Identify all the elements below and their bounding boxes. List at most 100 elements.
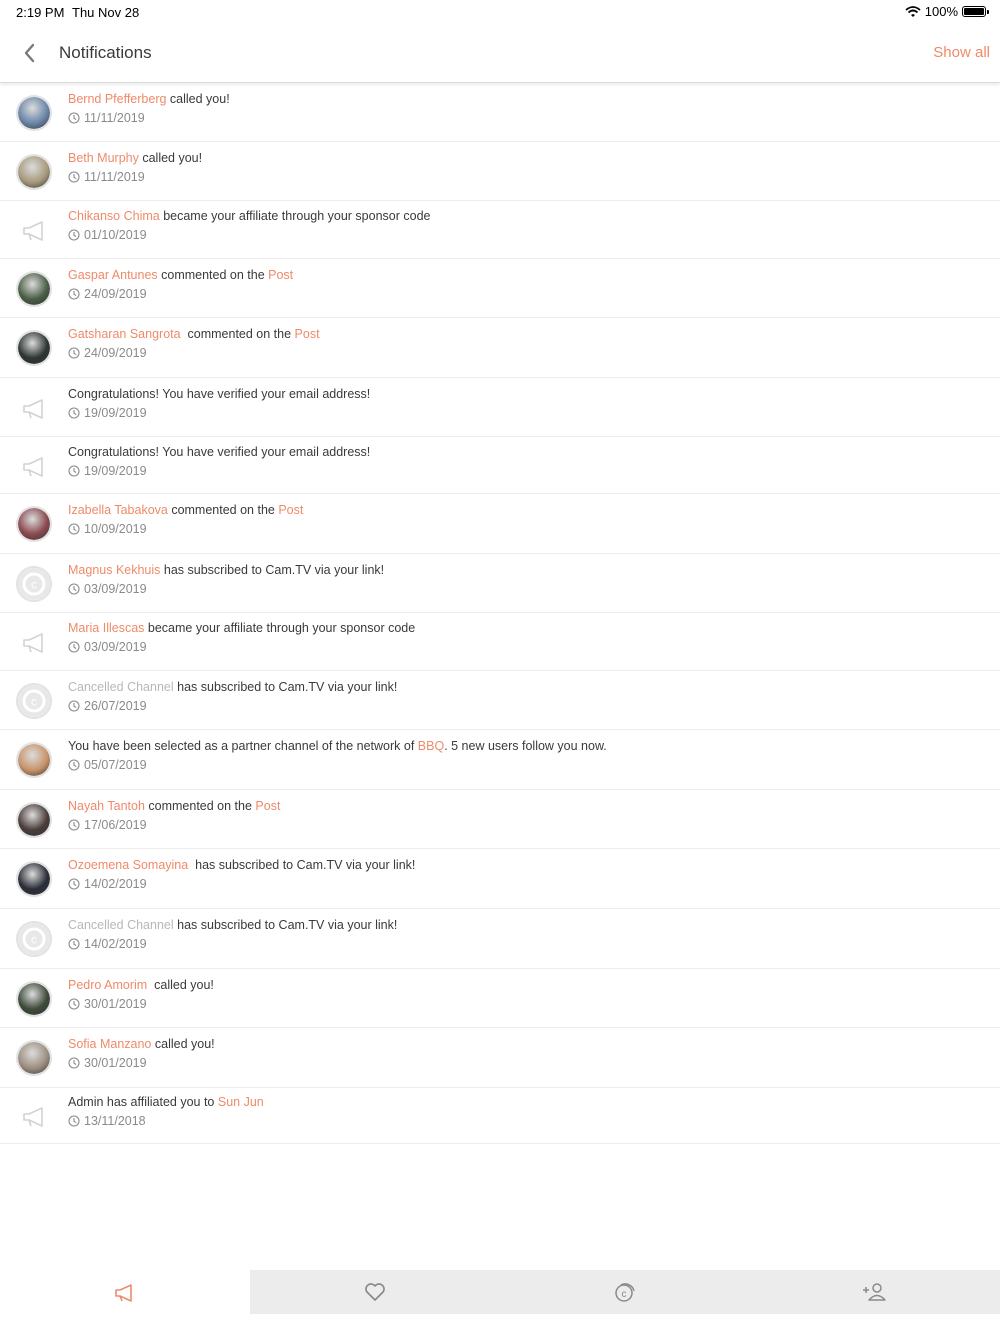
date-text: 17/06/2019 (84, 818, 147, 832)
user-name-link[interactable]: Gaspar Antunes (68, 268, 158, 282)
user-name-link[interactable]: Ozoemena Somayina (68, 858, 188, 872)
notification-row[interactable]: Bernd Pfefferberg called you! 11/11/2019 (0, 84, 1000, 142)
notification-date: 03/09/2019 (68, 640, 147, 654)
notification-message: has subscribed to Cam.TV via your link! (173, 680, 398, 694)
avatar[interactable] (16, 981, 52, 1017)
notification-text: Sofia Manzano called you! (68, 1037, 215, 1051)
notification-row[interactable]: Admin has affiliated you to Sun Jun 13/11… (0, 1088, 1000, 1144)
target-link[interactable]: BBQ (418, 739, 444, 753)
notification-date: 10/09/2019 (68, 522, 147, 536)
notification-date: 24/09/2019 (68, 346, 147, 360)
avatar[interactable] (16, 95, 52, 131)
notification-date: 30/01/2019 (68, 1056, 147, 1070)
avatar[interactable] (16, 506, 52, 542)
user-name-link[interactable]: Chikanso Chima (68, 209, 160, 223)
camtv-logo-icon[interactable]: c (16, 566, 52, 602)
target-link[interactable]: Sun Jun (218, 1095, 264, 1109)
notification-row[interactable]: Izabella Tabakova commented on the Post 1… (0, 494, 1000, 554)
notification-message: Congratulations! You have verified your … (68, 387, 371, 401)
notification-message: commented on the (180, 327, 295, 341)
clock-icon (68, 878, 80, 890)
avatar[interactable] (16, 271, 52, 307)
target-link[interactable]: Post (278, 503, 303, 517)
user-name-link[interactable]: Cancelled Channel (68, 680, 174, 694)
date-text: 30/01/2019 (84, 1056, 147, 1070)
notification-row[interactable]: c Cancelled Channel has subscribed to Cam… (0, 909, 1000, 969)
tab-megaphone[interactable] (0, 1270, 250, 1314)
notification-text: Pedro Amorim called you! (68, 978, 214, 992)
user-name-link[interactable]: Izabella Tabakova (68, 503, 168, 517)
tab-cam-coin[interactable]: c (500, 1270, 750, 1314)
avatar[interactable] (16, 861, 52, 897)
user-name-link[interactable]: Sofia Manzano (68, 1037, 151, 1051)
notification-date: 11/11/2019 (68, 111, 145, 125)
target-link[interactable]: Post (255, 799, 280, 813)
user-name-link[interactable]: Nayah Tantoh (68, 799, 145, 813)
notification-row[interactable]: Ozoemena Somayina has subscribed to Cam.… (0, 849, 1000, 909)
date-text: 14/02/2019 (84, 937, 147, 951)
notification-row[interactable]: Congratulations! You have verified your … (0, 378, 1000, 437)
user-name-link[interactable]: Magnus Kekhuis (68, 563, 160, 577)
avatar[interactable] (16, 1040, 52, 1076)
notification-row[interactable]: Pedro Amorim called you! 30/01/2019 (0, 969, 1000, 1028)
clock-icon (68, 998, 80, 1010)
back-chevron-icon[interactable] (18, 40, 42, 66)
camtv-logo-icon[interactable]: c (16, 921, 52, 957)
date-text: 05/07/2019 (84, 758, 147, 772)
clock-icon (68, 407, 80, 419)
notification-row[interactable]: Congratulations! You have verified your … (0, 437, 1000, 494)
clock-icon (68, 700, 80, 712)
notification-message: has subscribed to Cam.TV via your link! (160, 563, 385, 577)
svg-text:c: c (31, 578, 37, 592)
notification-date: 14/02/2019 (68, 937, 147, 951)
clock-icon (68, 759, 80, 771)
date-text: 03/09/2019 (84, 582, 147, 596)
notification-row[interactable]: Gaspar Antunes commented on the Post 24/0… (0, 259, 1000, 318)
camtv-logo-icon[interactable]: c (16, 683, 52, 719)
notification-row[interactable]: Sofia Manzano called you! 30/01/2019 (0, 1028, 1000, 1088)
notification-row[interactable]: Gatsharan Sangrota commented on the Post… (0, 318, 1000, 378)
cam-coin-icon: c (613, 1281, 637, 1303)
notification-date: 13/11/2018 (68, 1114, 146, 1128)
show-all-button[interactable]: Show all (933, 44, 990, 61)
clock-icon (68, 229, 80, 241)
notification-row[interactable]: c Magnus Kekhuis has subscribed to Cam.TV… (0, 554, 1000, 613)
notification-row[interactable]: Beth Murphy called you! 11/11/2019 (0, 142, 1000, 201)
notification-text: Cancelled Channel has subscribed to Cam.… (68, 680, 397, 694)
notification-row[interactable]: Chikanso Chima became your affiliate thr… (0, 201, 1000, 259)
date-text: 19/09/2019 (84, 464, 147, 478)
date-text: 24/09/2019 (84, 287, 147, 301)
date-text: 14/02/2019 (84, 877, 147, 891)
clock-icon (68, 112, 80, 124)
avatar[interactable] (16, 330, 52, 366)
notification-text: Beth Murphy called you! (68, 151, 202, 165)
status-right: 100% (905, 4, 989, 19)
user-name-link[interactable]: Pedro Amorim (68, 978, 147, 992)
notification-message: Congratulations! You have verified your … (68, 445, 371, 459)
user-name-link[interactable]: Gatsharan Sangrota (68, 327, 181, 341)
user-name-link[interactable]: Cancelled Channel (68, 918, 174, 932)
notification-row[interactable]: You have been selected as a partner chan… (0, 730, 1000, 790)
user-name-link[interactable]: Maria Illescas (68, 621, 144, 635)
user-name-link[interactable]: Bernd Pfefferberg (68, 92, 166, 106)
target-link[interactable]: Post (268, 268, 293, 282)
avatar[interactable] (16, 154, 52, 190)
avatar[interactable] (16, 802, 52, 838)
target-link[interactable]: Post (295, 327, 320, 341)
notification-message: called you! (147, 978, 214, 992)
user-name-link[interactable]: Beth Murphy (68, 151, 139, 165)
megaphone-icon (20, 217, 50, 243)
notification-message: called you! (138, 151, 203, 165)
notification-row[interactable]: Maria Illescas became your affiliate thr… (0, 613, 1000, 671)
avatar[interactable] (16, 742, 52, 778)
notification-date: 24/09/2019 (68, 287, 147, 301)
notification-row[interactable]: c Cancelled Channel has subscribed to Cam… (0, 671, 1000, 730)
clock-icon (68, 819, 80, 831)
heart-icon (364, 1282, 386, 1302)
tab-add-user[interactable] (750, 1270, 1000, 1314)
notification-list: Bernd Pfefferberg called you! 11/11/2019 B… (0, 84, 1000, 1144)
notification-message: has subscribed to Cam.TV via your link! (188, 858, 416, 872)
notification-date: 30/01/2019 (68, 997, 147, 1011)
notification-row[interactable]: Nayah Tantoh commented on the Post 17/06/… (0, 790, 1000, 849)
tab-heart[interactable] (250, 1270, 500, 1314)
